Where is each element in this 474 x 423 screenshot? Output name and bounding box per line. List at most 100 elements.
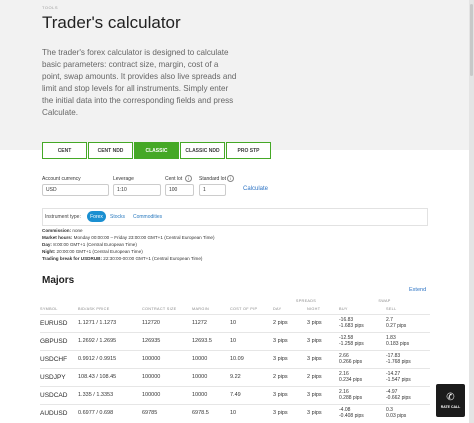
cell-pip: 10	[230, 331, 273, 350]
cell-contract: 100000	[142, 367, 192, 386]
cell-contract: 100000	[142, 385, 192, 404]
cell-swap-sell: -14.27 -1.547 pips	[386, 367, 430, 386]
standard-lot-input[interactable]: 1	[199, 184, 226, 196]
trading-break-line: Trading break for USDRUB: 22:30:00-00:00…	[42, 256, 202, 261]
table-header-row: SYMBOL BID/ASK PRICE CONTRACT SIZE MARGI…	[40, 305, 430, 314]
cell-price: 1.2692 / 1.2695	[78, 331, 142, 350]
swap-pips: -1.683 pips	[339, 323, 364, 329]
tab-classic-ndd[interactable]: CLASSIC NDD	[180, 142, 225, 159]
cell-margin: 11272	[192, 313, 230, 332]
cell-margin: 10000	[192, 349, 230, 368]
swap-pips: -0.662 pips	[386, 395, 411, 401]
column-header: DAY	[273, 307, 282, 312]
cell-symbol: USDCAD	[40, 385, 78, 404]
column-header: COST OF PIP	[230, 307, 258, 312]
callback-button[interactable]: ✆ RATE CALL	[436, 384, 465, 417]
cell-symbol: AUDUSD	[40, 403, 78, 422]
cell-day: 3 pips	[273, 349, 307, 368]
cell-night: 3 pips	[307, 403, 339, 422]
swap-pips: 0.03 pips	[386, 413, 407, 420]
cent-lot-label: Cent lot	[165, 176, 183, 182]
scrollbar-thumb[interactable]	[470, 4, 473, 76]
cell-swap-sell: -4.97 -0.662 pips	[386, 385, 430, 404]
instrument-tab-forex[interactable]: Forex	[87, 211, 106, 222]
page-scrollbar[interactable]	[469, 0, 474, 423]
section-title: Majors	[42, 275, 75, 286]
cell-contract: 69785	[142, 403, 192, 422]
cell-swap-buy: -4.08 -0.408 pips	[339, 403, 386, 422]
instrument-type-label: Instrument type:	[45, 214, 81, 220]
breadcrumb[interactable]: TOOLS	[42, 5, 58, 10]
cell-pip: 7.49	[230, 385, 273, 404]
page-title: Trader's calculator	[42, 13, 181, 32]
instrument-tab-commodities[interactable]: Commodities	[133, 214, 162, 220]
cell-swap-buy: 2.16 0.234 pips	[339, 367, 386, 386]
column-header: NIGHT	[307, 307, 321, 312]
account-currency-label: Account currency	[42, 176, 81, 182]
swap-pips: -1.768 pips	[386, 359, 411, 365]
cell-symbol: GBPUSD	[40, 331, 78, 350]
cell-night: 3 pips	[307, 349, 339, 368]
commission-value: none	[72, 228, 83, 233]
cell-day: 3 pips	[273, 331, 307, 350]
table-row: USDJPY 108.43 / 108.45 100000 10000 9.22 2 pi…	[40, 367, 430, 386]
cell-night: 2 pips	[307, 367, 339, 386]
cell-swap-buy: 2.16 0.288 pips	[339, 385, 386, 404]
instruments-table: SPREADS SWAP SYMBOL BID/ASK PRICE CONTRA…	[40, 296, 430, 422]
market-hours-label: Market hours:	[42, 235, 73, 240]
spreads-group-header: SPREADS	[295, 298, 317, 303]
cent-lot-info-icon[interactable]: i	[185, 175, 192, 182]
market-hours-value: Monday 00:00:00 – Friday 23:00:00 GMT+1 …	[73, 235, 215, 240]
table-row: USDCAD 1.335 / 1.3353 100000 10000 7.49 3 pip…	[40, 385, 430, 404]
calculate-link[interactable]: Calculate	[243, 186, 268, 192]
standard-lot-info-icon[interactable]: i	[227, 175, 234, 182]
cent-lot-input[interactable]: 100	[165, 184, 194, 196]
cell-swap-sell: 1.83 0.183 pips	[386, 331, 430, 350]
instrument-tab-stocks[interactable]: Stocks	[110, 214, 125, 220]
leverage-select[interactable]: 1:10	[113, 184, 161, 196]
cell-symbol: EURUSD	[40, 313, 78, 332]
cell-swap-sell: -17.83 -1.768 pips	[386, 349, 430, 368]
swap-pips: -0.408 pips	[339, 413, 364, 420]
cell-day: 3 pips	[273, 403, 307, 422]
cell-pip: 10.09	[230, 349, 273, 368]
swap-pips: 0.288 pips	[339, 395, 363, 401]
cell-price: 1.1271 / 1.1273	[78, 313, 142, 332]
tab-pro-stp[interactable]: PRO STP	[226, 142, 271, 159]
cell-day: 2 pips	[273, 367, 307, 386]
account-currency-select[interactable]: USD	[42, 184, 109, 196]
cell-pip: 9.22	[230, 367, 273, 386]
swap-pips: 0.27 pips	[386, 323, 407, 329]
extend-link[interactable]: Extend	[409, 287, 426, 293]
leverage-label: Leverage	[113, 176, 134, 182]
cell-price: 0.6977 / 0.698	[78, 403, 142, 422]
cell-swap-buy: 2.66 0.266 pips	[339, 349, 386, 368]
tab-cent[interactable]: CENT	[42, 142, 87, 159]
column-header: SYMBOL	[40, 307, 58, 312]
cell-margin: 10000	[192, 385, 230, 404]
tab-cent-ndd[interactable]: CENT NDD	[88, 142, 133, 159]
cell-symbol: USDCHF	[40, 349, 78, 368]
cell-day: 3 pips	[273, 385, 307, 404]
callback-label: RATE CALL	[440, 405, 461, 409]
column-header: BID/ASK PRICE	[78, 307, 110, 312]
commission-line: Commission: none	[42, 228, 83, 233]
cell-symbol: USDJPY	[40, 367, 78, 386]
column-header: MARGIN	[192, 307, 209, 312]
market-hours-line: Market hours: Monday 00:00:00 – Friday 2…	[42, 235, 215, 240]
hero-section: TOOLS Trader's calculator The trader's f…	[0, 0, 474, 150]
cell-margin: 6978.5	[192, 403, 230, 422]
commission-label: Commission:	[42, 228, 72, 233]
cell-contract: 112720	[142, 313, 192, 332]
cell-swap-buy: -12.58 -1.258 pips	[339, 331, 386, 350]
table-row: GBPUSD 1.2692 / 1.2695 126935 12693.5 10 3 pi…	[40, 331, 430, 350]
cell-pip: 10	[230, 403, 273, 422]
night-line: Night: 20:00:00 GMT+1 (Central European …	[42, 249, 143, 254]
cell-swap-sell: 0.3 0.03 pips	[386, 403, 430, 422]
swap-pips: 0.183 pips	[386, 341, 410, 347]
day-line: Day: 8:00:00 GMT+1 (Central European Tim…	[42, 242, 137, 247]
tab-classic[interactable]: CLASSIC	[134, 142, 179, 159]
standard-lot-label: Standard lot	[199, 176, 226, 182]
cell-day: 2 pips	[273, 313, 307, 332]
cell-contract: 100000	[142, 349, 192, 368]
